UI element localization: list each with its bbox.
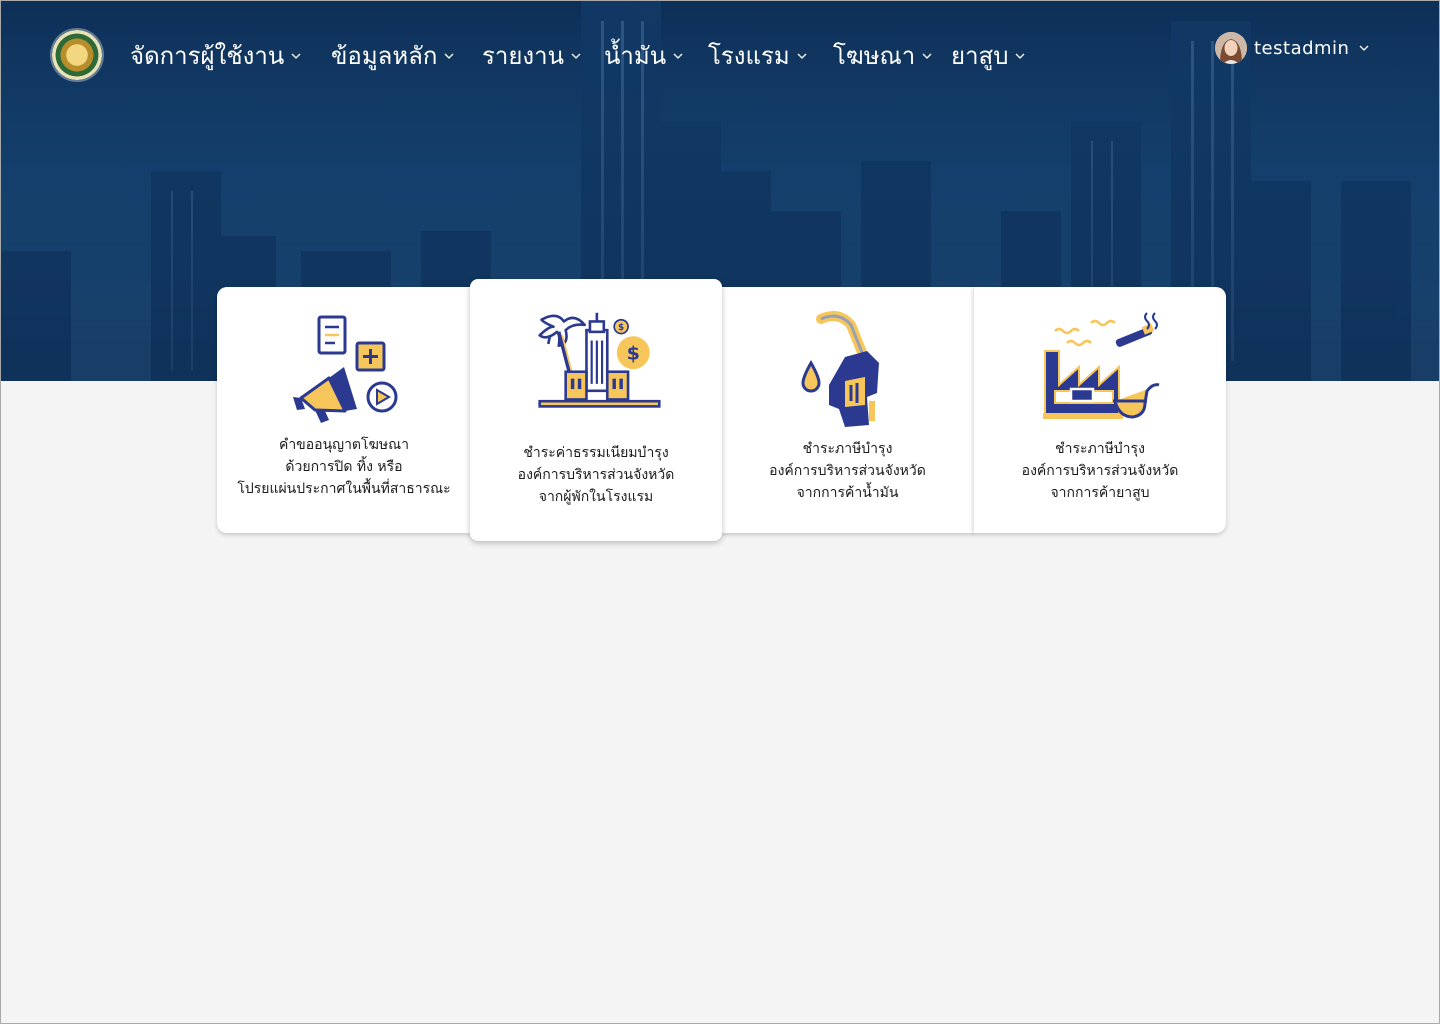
chevron-down-icon: [444, 53, 454, 59]
svg-text:$: $: [627, 343, 640, 365]
card-label: ชำระค่าธรรมเนียมบำรุง องค์การบริหารส่วนจ…: [517, 445, 675, 505]
username: testadmin: [1254, 37, 1350, 59]
menu-label: รายงาน: [482, 42, 565, 70]
card-label: คำขออนุญาตโฆษณา ด้วยการปิด ทิ้ง หรือ โปร…: [237, 437, 451, 497]
user-avatar-icon: [1215, 32, 1247, 64]
hotel-building-icon: $ $: [538, 312, 661, 408]
svg-text:$: $: [618, 323, 624, 333]
menu-label: ข้อมูลหลัก: [331, 42, 438, 70]
card-advertising-permit[interactable]: คำขออนุญาตโฆษณา ด้วยการปิด ทิ้ง หรือ โปร…: [217, 287, 471, 533]
chevron-down-icon: [797, 53, 807, 59]
chevron-down-icon: [1015, 53, 1025, 59]
chevron-down-icon: [1360, 45, 1369, 51]
fuel-nozzle-icon: [800, 311, 879, 427]
menu-master-data[interactable]: ข้อมูลหลัก: [331, 36, 455, 75]
avatar: [1215, 32, 1247, 64]
chevron-down-icon: [571, 53, 581, 59]
card-label: ชำระภาษีบำรุง องค์การบริหารส่วนจังหวัด จ…: [769, 441, 926, 501]
menu-reports[interactable]: รายงาน: [482, 36, 582, 75]
menu-tobacco[interactable]: ยาสูบ: [951, 36, 1026, 75]
menu-user-management[interactable]: จัดการผู้ใช้งาน: [130, 36, 302, 75]
chevron-down-icon: [922, 53, 932, 59]
menu-label: โฆษณา: [833, 42, 916, 70]
menu-label: โรงแรม: [708, 42, 790, 70]
menu-label: จัดการผู้ใช้งาน: [130, 42, 285, 70]
provincial-seal-logo[interactable]: [52, 30, 102, 80]
menu-hotel[interactable]: โรงแรม: [708, 36, 808, 75]
user-menu[interactable]: testadmin: [1215, 32, 1370, 64]
menu-advertising[interactable]: โฆษณา: [833, 36, 933, 75]
card-label: ชำระภาษีบำรุง องค์การบริหารส่วนจังหวัด จ…: [1021, 441, 1179, 501]
card-tobacco-tax[interactable]: ชำระภาษีบำรุง องค์การบริหารส่วนจังหวัด จ…: [973, 287, 1226, 533]
menu-label: ยาสูบ: [951, 42, 1009, 70]
chevron-down-icon: [673, 53, 683, 59]
service-cards: คำขออนุญาตโฆษณา ด้วยการปิด ทิ้ง หรือ โปร…: [217, 279, 1226, 543]
advertising-megaphone-icon: [293, 315, 398, 423]
menu-oil[interactable]: น้ำมัน: [604, 36, 684, 75]
top-navbar: จัดการผู้ใช้งาน ข้อมูลหลัก รายงาน น้ำมัน…: [1, 1, 1439, 111]
tobacco-factory-icon: [1043, 312, 1160, 419]
chevron-down-icon: [291, 53, 301, 59]
card-hotel-fee[interactable]: $ $ ชำระค่าธรรมเนียมบำรุง องค์การบริหารส…: [470, 279, 722, 541]
card-oil-tax[interactable]: ชำระภาษีบำรุง องค์การบริหารส่วนจังหวัด จ…: [721, 287, 974, 533]
menu-label: น้ำมัน: [604, 42, 667, 70]
